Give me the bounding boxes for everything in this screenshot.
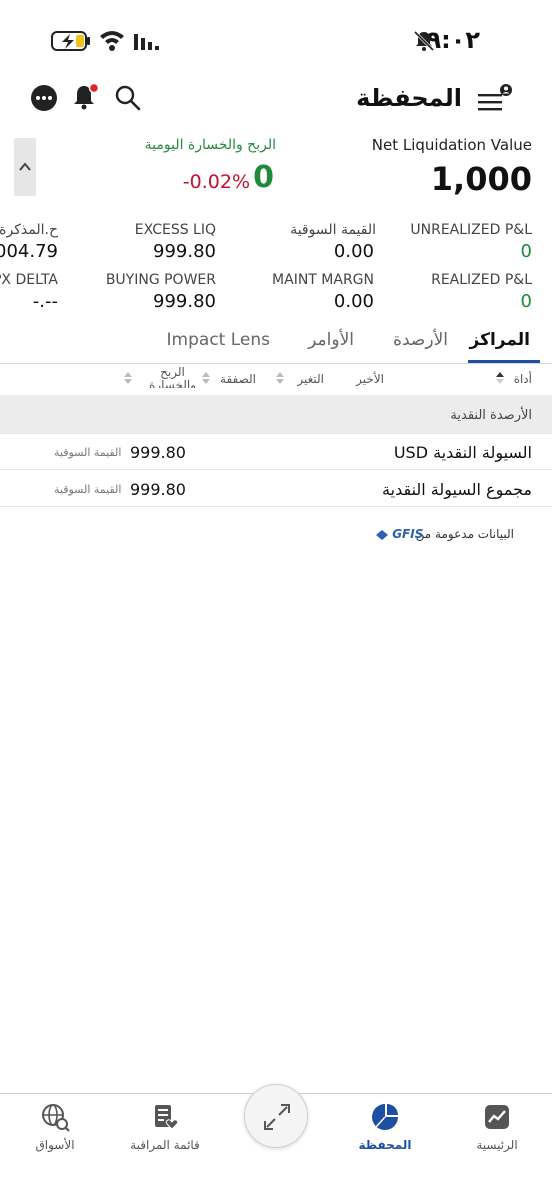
sort-icon [124,372,132,384]
row-divider [0,433,552,434]
cash-balances-section-title: الأرصدة النقدية [450,408,532,423]
nav-markets[interactable]: الأسواق [0,1100,110,1160]
row-divider [0,506,552,507]
wifi-icon [100,31,124,51]
gfis-logo: GFIS [376,527,423,541]
tab-balances[interactable]: الأرصدة [393,330,448,350]
notification-bell-icon[interactable] [72,82,100,112]
collapse-summary-button[interactable] [14,138,36,196]
sort-ascending-icon [496,372,504,384]
nav-watchlist[interactable]: قائمة المراقبة [110,1100,220,1160]
sort-icon [202,372,210,384]
metric-label-unrealized-pl: UNREALIZED P&L [410,222,532,238]
chart-home-icon [485,1105,509,1129]
battery-charging-icon [51,31,90,51]
powered-by-text: البيانات مدعومة من [415,527,514,541]
expand-arrows-icon [264,1104,290,1130]
pie-chart-icon [372,1104,398,1130]
metric-value-maint-margin: 0.00 [333,291,374,312]
metric-label-excess-liq: EXCESS LIQ [134,222,216,238]
nav-home-label: الرئيسية [476,1138,518,1152]
column-header-pl[interactable]: الربح والخسارة [149,365,196,389]
menu-profile-icon[interactable] [478,84,512,114]
search-icon[interactable] [114,84,142,112]
expand-quick-actions-button[interactable] [244,1084,308,1148]
net-liquidation-label: Net Liquidation Value [371,136,532,154]
cash-row-sublabel: القيمة السوقية [54,483,122,496]
metric-value-px-delta: -.-- [32,291,58,312]
globe-search-icon [42,1104,70,1132]
cash-row-name[interactable]: السيولة النقدية USD [394,443,532,462]
metric-label-px-delta: PX DELTA [0,272,58,288]
column-header-pl-line1: الربح [160,365,185,379]
metric-label-market-value: القيمة السوقية [290,222,376,238]
sort-icon [276,372,284,384]
bell-off-icon [413,30,435,52]
row-divider [0,469,552,470]
column-header-instrument[interactable]: أداة [514,372,532,386]
nav-portfolio[interactable]: المحفظة [330,1100,440,1160]
net-liquidation-value: 1,000 [430,160,532,198]
nav-portfolio-label: المحفظة [358,1138,412,1152]
column-header-change[interactable]: التغير [297,372,324,386]
metric-value-realized-pl: 0 [520,291,532,312]
metric-label-buying-power: BUYING POWER [105,272,216,288]
daily-pl-value: 0 [253,160,274,195]
metric-value-market-value: 0.00 [333,241,374,262]
column-header-instrument-label: أداة [513,372,532,386]
nav-home[interactable]: الرئيسية [442,1100,552,1160]
metric-value-unrealized-pl: 0 [520,241,532,262]
metric-value-excess-liq: 999.80 [153,241,216,262]
gfis-logo-text: GFIS [392,527,424,541]
metric-label-sma: ح.المذكرة ال [0,222,58,238]
cash-row-sublabel: القيمة السوقية [54,446,122,459]
tab-impact-lens[interactable]: Impact Lens [167,330,270,350]
tabs-divider [0,363,552,364]
cash-row-name[interactable]: مجموع السيولة النقدية [382,480,532,499]
cash-row-value: 999.80 [130,480,186,499]
gfis-logo-mark-icon [376,529,388,540]
metric-label-maint-margin: MAINT MARGN [272,272,374,288]
more-options-icon[interactable] [30,84,58,112]
daily-pl-label: الربح والخسارة اليومية [144,137,276,153]
page-title: المحفظة [356,84,462,112]
column-header-pl-line2: والخسارة [149,379,196,388]
column-header-trade[interactable]: الصفقة [220,372,256,386]
metric-value-sma: ,004.79 [0,241,58,262]
tab-positions[interactable]: المراكز [470,330,530,350]
watchlist-icon [155,1105,179,1130]
metric-label-realized-pl: REALIZED P&L [431,272,532,288]
daily-pl-percent: -0.02% [182,171,250,193]
chevron-up-icon [19,162,31,171]
cash-row-value: 999.80 [130,443,186,462]
column-header-last[interactable]: الأخير [356,372,384,386]
signal-icon [134,34,159,50]
nav-watchlist-label: قائمة المراقبة [130,1138,200,1152]
tab-orders[interactable]: الأوامر [308,330,354,350]
metric-value-buying-power: 999.80 [153,291,216,312]
nav-markets-label: الأسواق [35,1138,75,1152]
